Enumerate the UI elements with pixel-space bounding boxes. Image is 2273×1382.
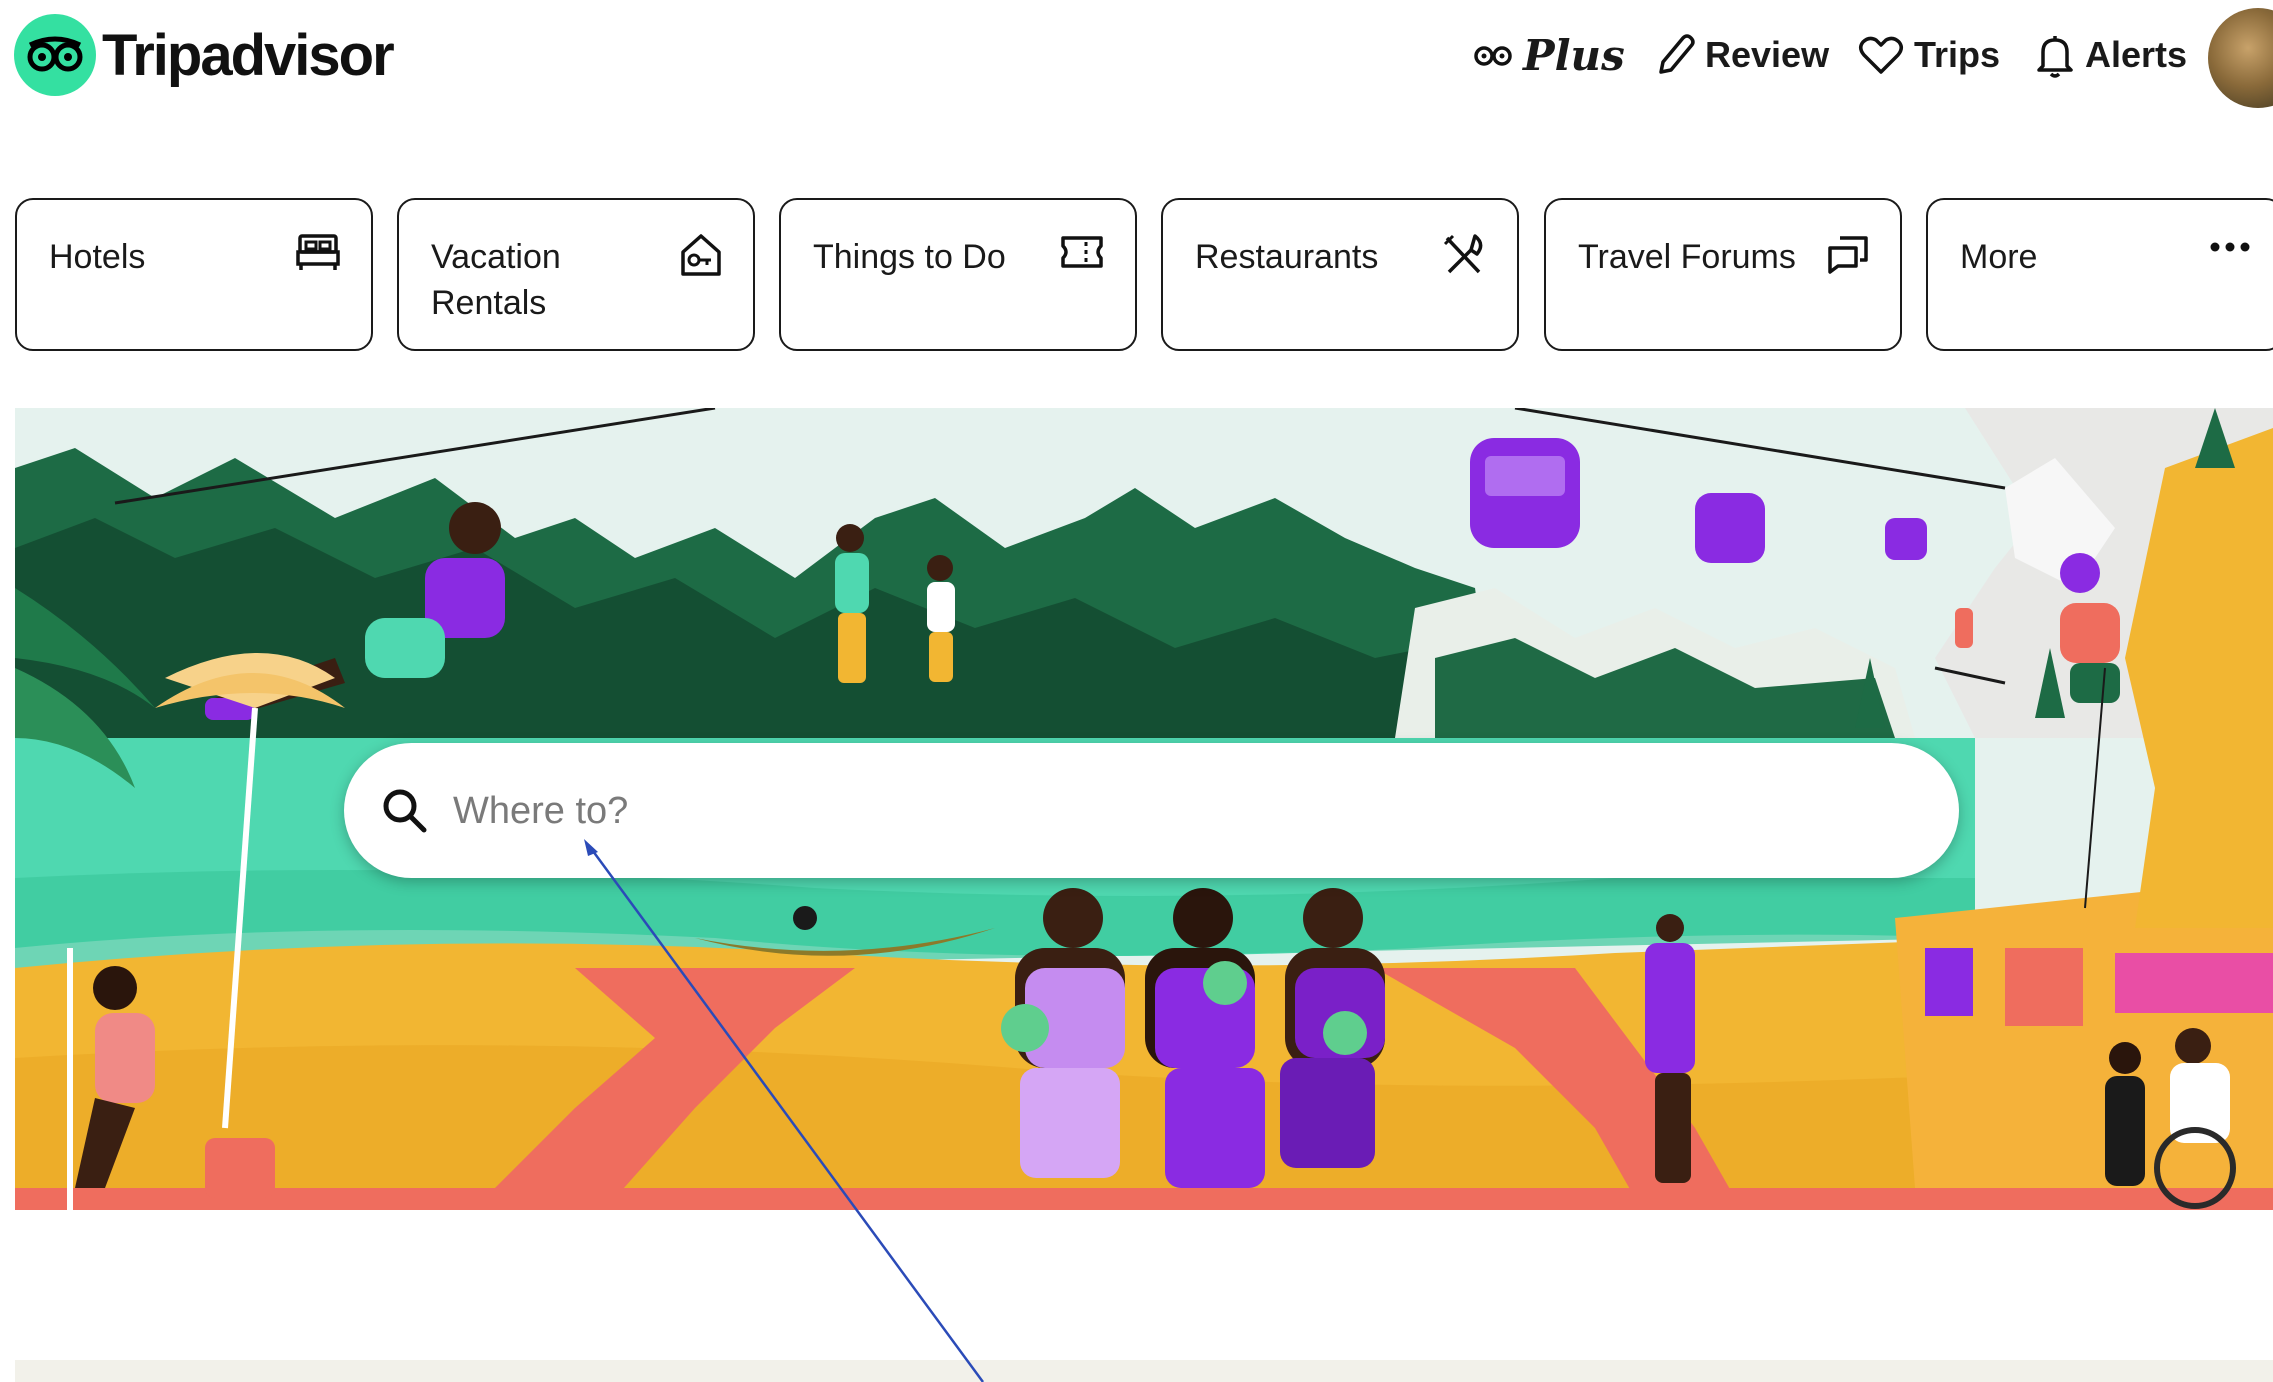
category-label: Things to Do [813,238,1006,276]
category-label: Travel Forums [1578,238,1796,276]
search-bar[interactable] [344,743,1959,878]
user-avatar[interactable] [2208,8,2273,108]
bell-icon [2037,36,2073,78]
search-icon [382,788,428,839]
nav-plus-label: Plus [1523,30,1625,80]
category-restaurants[interactable]: Restaurants [1161,198,1519,351]
fork-knife-icon [1441,232,1487,283]
nav-review-label: Review [1705,34,1830,75]
ticket-icon [1059,232,1105,277]
pencil-icon [1659,34,1695,74]
category-label: Hotels [49,238,146,276]
nav-plus[interactable]: Plus [1473,20,1625,90]
nav-alerts-label: Alerts [2085,34,2188,75]
search-input[interactable] [451,773,1905,850]
heart-icon [1859,36,1903,74]
category-label: Restaurants [1195,238,1379,276]
owl-eyes-icon [1474,46,1512,66]
nav-trips[interactable]: Trips [1858,20,2000,90]
chat-bubbles-icon [1826,232,1870,281]
tripadvisor-logo[interactable]: Tripadvisor [14,8,395,102]
category-things-to-do[interactable]: Things to Do [779,198,1137,351]
top-header: Tripadvisor Plus Review Trips Alerts [0,0,2273,115]
nav-trips-label: Trips [1914,34,2001,75]
category-vacation-rentals[interactable]: Vacation Rentals [397,198,755,351]
category-travel-forums[interactable]: Travel Forums [1544,198,1902,351]
content-strip [15,1360,2273,1382]
ellipsis-icon [2208,232,2252,267]
nav-review[interactable]: Review [1653,20,1829,90]
house-key-icon [679,232,723,283]
bed-icon [295,232,341,279]
category-label: Vacation Rentals [431,238,561,322]
category-hotels[interactable]: Hotels [15,198,373,351]
category-more[interactable]: More [1926,198,2273,351]
category-label: More [1960,238,2038,276]
nav-alerts[interactable]: Alerts [2035,20,2187,90]
logo-text: Tripadvisor [102,22,395,88]
owl-logo-icon [14,14,96,96]
